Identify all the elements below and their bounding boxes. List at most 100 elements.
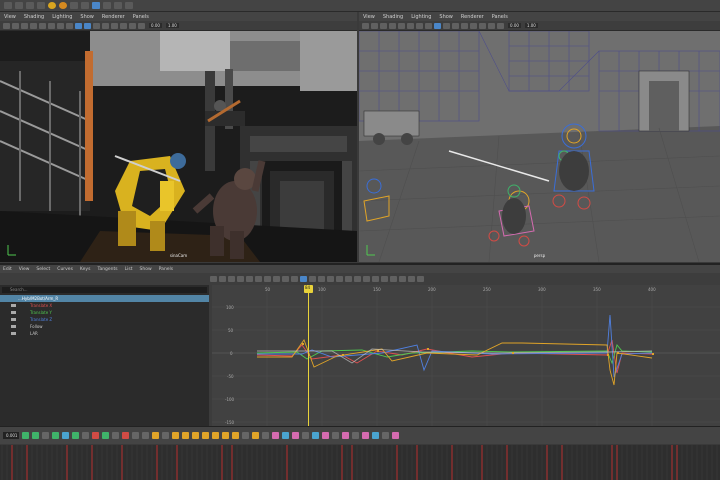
menu-shading[interactable]: Shading [383, 14, 403, 20]
cleanup-icon[interactable] [312, 432, 319, 439]
menu-panels[interactable]: Panels [159, 267, 173, 272]
mirror-icon[interactable] [262, 432, 269, 439]
delete-key-icon[interactable] [92, 432, 99, 439]
resolution-gate-icon[interactable] [57, 22, 64, 29]
resolution-gate-icon[interactable] [416, 22, 423, 29]
menu-shading[interactable]: Shading [24, 14, 44, 20]
hypershade-icon[interactable] [114, 2, 122, 9]
move-key-icon[interactable] [210, 276, 217, 282]
bounce-icon[interactable] [212, 432, 219, 439]
break-tangent-icon[interactable] [336, 276, 343, 282]
pre-infinity-icon[interactable] [390, 276, 397, 282]
xray-icon[interactable] [497, 22, 504, 29]
reset-icon[interactable] [272, 432, 279, 439]
insert-key-icon[interactable] [219, 276, 226, 282]
outliner-item-translate-z[interactable]: Translate Z [0, 316, 209, 323]
step-icon[interactable] [222, 432, 229, 439]
flip-icon[interactable] [162, 432, 169, 439]
bake-icon[interactable] [292, 432, 299, 439]
camera-select-icon[interactable] [362, 22, 369, 29]
ease-in-icon[interactable] [172, 432, 179, 439]
menu-tangents[interactable]: Tangents [97, 267, 117, 272]
smooth-shade-icon[interactable] [84, 22, 91, 29]
left-viewport[interactable]: View Shading Lighting Show Renderer Pane… [0, 12, 357, 262]
outliner-item-translate-y[interactable]: Translate Y [0, 309, 209, 316]
lights-icon[interactable] [461, 22, 468, 29]
normalize-icon[interactable] [372, 276, 379, 282]
film-gate-icon[interactable] [48, 22, 55, 29]
key-stats-icon[interactable] [255, 276, 262, 282]
denormalize-icon[interactable] [381, 276, 388, 282]
post-infinity-icon[interactable] [399, 276, 406, 282]
menu-show[interactable]: Show [80, 14, 94, 20]
snap-grid-icon[interactable] [48, 2, 56, 9]
mute-icon[interactable] [42, 432, 49, 439]
camera-icon[interactable] [125, 2, 133, 9]
ambient-occlusion-icon[interactable] [479, 22, 486, 29]
smooth-icon[interactable] [82, 432, 89, 439]
step-tangent-icon[interactable] [318, 276, 325, 282]
exposure-field[interactable]: 0.00 [149, 23, 162, 28]
filter-icon[interactable] [282, 432, 289, 439]
plateau-tangent-icon[interactable] [327, 276, 334, 282]
right-viewport[interactable]: View Shading Lighting Show Renderer Pane… [359, 12, 720, 262]
outliner-search-input[interactable]: Search... [2, 287, 207, 293]
wireframe-icon[interactable] [434, 22, 441, 29]
frame-all-icon[interactable] [264, 276, 271, 282]
dope-sheet-icon[interactable] [408, 276, 415, 282]
nudge-left-icon[interactable] [142, 432, 149, 439]
shadows-icon[interactable] [470, 22, 477, 29]
outliner-item-follow[interactable]: Follow [0, 323, 209, 330]
tween-icon[interactable] [102, 432, 109, 439]
bookmark-icon[interactable] [21, 22, 28, 29]
outliner-item-lar[interactable]: LAR [0, 330, 209, 337]
frame-field[interactable]: 0.001 [3, 432, 19, 439]
isolate-select-icon[interactable] [129, 22, 136, 29]
ease-in-out-icon[interactable] [192, 432, 199, 439]
trax-icon[interactable] [417, 276, 424, 282]
menu-panels[interactable]: Panels [492, 14, 508, 20]
gate-mask-icon[interactable] [425, 22, 432, 29]
bookmark-icon[interactable] [380, 22, 387, 29]
outliner-item-node[interactable]: ...Hyb/M2Bot/Arm_R [0, 295, 209, 302]
ease-out-icon[interactable] [182, 432, 189, 439]
snap-point-icon[interactable] [70, 2, 78, 9]
lights-icon[interactable] [102, 22, 109, 29]
image-plane-icon[interactable] [389, 22, 396, 29]
isolate-curve-icon[interactable] [342, 432, 349, 439]
shadows-icon[interactable] [111, 22, 118, 29]
render-icon[interactable] [81, 2, 89, 9]
linear-icon[interactable] [232, 432, 239, 439]
menu-curves[interactable]: Curves [57, 267, 73, 272]
menu-renderer[interactable]: Renderer [102, 14, 125, 20]
menu-view[interactable]: View [363, 14, 375, 20]
select-keys-icon[interactable] [332, 432, 339, 439]
gamma-field[interactable]: 1.00 [165, 23, 179, 28]
exposure-field[interactable]: 0.00 [508, 23, 521, 28]
xray-icon[interactable] [138, 22, 145, 29]
menu-list[interactable]: List [125, 267, 133, 272]
add-key-icon[interactable] [22, 432, 29, 439]
swap-buffer-icon[interactable] [363, 276, 370, 282]
ambient-occlusion-icon[interactable] [120, 22, 127, 29]
menu-icon[interactable] [4, 2, 12, 9]
left-viewport-scene[interactable]: sinaCam [0, 31, 357, 262]
curve-graph[interactable]: 50 100 150 200 250 300 350 400 100 50 0 … [212, 285, 720, 428]
camera-attributes-icon[interactable] [371, 22, 378, 29]
grid-icon[interactable] [39, 22, 46, 29]
copy-icon[interactable] [242, 432, 249, 439]
menu-select[interactable]: Select [36, 267, 50, 272]
menu-renderer[interactable]: Renderer [461, 14, 484, 20]
lattice-icon[interactable] [228, 276, 235, 282]
playhead-line[interactable] [308, 285, 309, 428]
menu-panels[interactable]: Panels [133, 14, 149, 20]
ipr-render-icon[interactable] [92, 2, 100, 9]
nudge-right-icon[interactable] [152, 432, 159, 439]
playhead-handle[interactable]: 84 [304, 285, 313, 293]
time-slider[interactable] [0, 445, 720, 480]
euler-icon[interactable] [302, 432, 309, 439]
snap-icon[interactable] [32, 432, 39, 439]
camera-attributes-icon[interactable] [12, 22, 19, 29]
pan-icon[interactable] [382, 432, 389, 439]
textured-icon[interactable] [93, 22, 100, 29]
